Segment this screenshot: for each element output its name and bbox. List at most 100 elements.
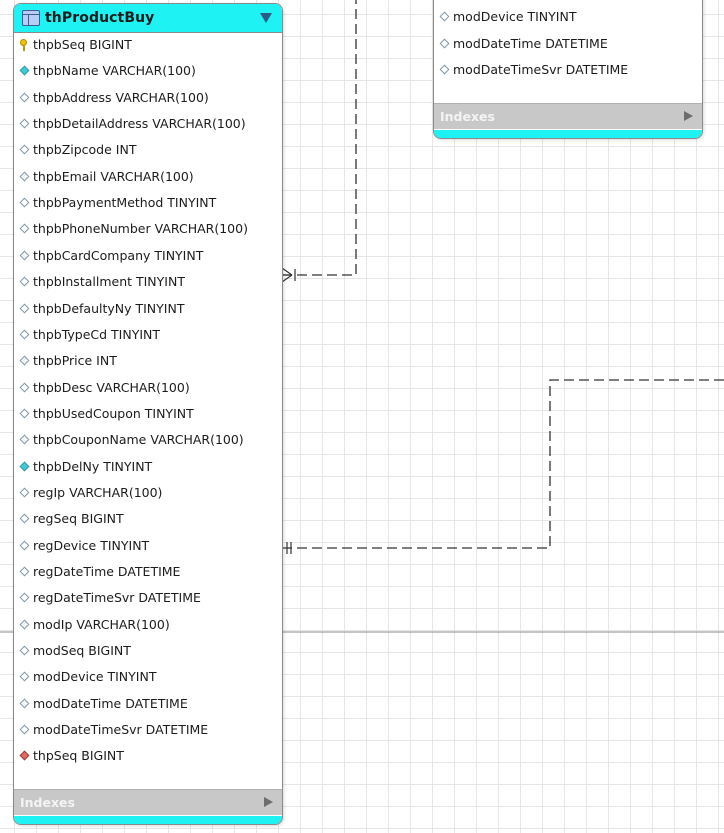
column-icon [19, 223, 30, 234]
column-row[interactable]: thpbPaymentMethod TINYINT [14, 193, 274, 213]
column-label: modDateTimeSvr DATETIME [453, 62, 629, 77]
column-icon [19, 566, 30, 577]
column-row[interactable]: thpbSeq BIGINT [14, 35, 274, 55]
column-icon [19, 671, 30, 682]
not-null-column-icon [19, 461, 30, 472]
column-row[interactable]: thpbDetailAddress VARCHAR(100) [14, 114, 274, 134]
expand-arrow-icon[interactable] [684, 111, 693, 121]
column-label: thpbEmail VARCHAR(100) [33, 168, 194, 184]
indexes-section[interactable]: Indexes [434, 103, 702, 129]
column-icon [19, 592, 30, 603]
column-icon [19, 197, 30, 208]
indexes-label: Indexes [440, 109, 495, 124]
column-icon [19, 698, 30, 709]
column-label: modDateTime DATETIME [453, 35, 608, 51]
column-icon [19, 645, 30, 656]
thproductbuy-table-card[interactable]: thProductBuy thpbSeq BIGINT thpbName VARC… [13, 3, 283, 825]
column-row[interactable]: thpbCouponName VARCHAR(100) [14, 430, 274, 450]
column-icon [19, 434, 30, 445]
indexes-section[interactable]: Indexes [14, 789, 282, 815]
not-null-column-icon [19, 65, 30, 76]
column-label: thpbName VARCHAR(100) [33, 63, 196, 79]
column-label: thpbDelNy TINYINT [33, 458, 153, 474]
table-title: thProductBuy [45, 10, 155, 26]
column-icon [19, 329, 30, 340]
column-row[interactable]: modDevice TINYINT [14, 667, 274, 687]
column-row[interactable]: regDateTime DATETIME [14, 562, 274, 582]
column-row[interactable]: thpbDelNy TINYINT [14, 457, 274, 477]
partial-table-card[interactable]: modDevice TINYINT modDateTime DATETIME mod… [433, 0, 703, 139]
column-row[interactable]: thpbAddress VARCHAR(100) [14, 88, 274, 108]
column-row[interactable]: thpbPrice INT [14, 351, 274, 371]
column-icon [19, 92, 30, 103]
column-row[interactable]: thpbUsedCoupon TINYINT [14, 404, 274, 424]
column-icon [19, 276, 30, 287]
column-row[interactable]: thpbInstallment TINYINT [14, 272, 274, 292]
expand-arrow-icon[interactable] [264, 797, 273, 807]
column-row[interactable]: thpbZipcode INT [14, 140, 274, 160]
column-row[interactable]: modIp VARCHAR(100) [14, 615, 274, 635]
column-icon [19, 408, 30, 419]
column-label: thpbUsedCoupon TINYINT [33, 405, 194, 421]
column-icon [439, 38, 450, 48]
column-label: modDateTimeSvr DATETIME [33, 722, 209, 738]
column-row[interactable]: modSeq BIGINT [14, 641, 274, 661]
column-row[interactable]: regIp VARCHAR(100) [14, 483, 274, 503]
column-icon [19, 619, 30, 630]
column-row[interactable]: modDevice TINYINT [434, 7, 694, 27]
column-icon [19, 540, 30, 551]
column-row[interactable]: thpbCardCompany TINYINT [14, 246, 274, 266]
column-icon [19, 250, 30, 261]
column-label: regIp VARCHAR(100) [33, 484, 163, 500]
column-label: modIp VARCHAR(100) [33, 616, 170, 632]
table-footer-bar [14, 816, 282, 824]
column-icon [19, 171, 30, 182]
column-row[interactable]: modDateTimeSvr DATETIME [14, 720, 274, 740]
column-row[interactable]: regDevice TINYINT [14, 536, 274, 556]
column-label: thpbInstallment TINYINT [33, 274, 185, 290]
column-label: regDevice TINYINT [33, 537, 150, 553]
column-row[interactable]: thpbDefaultyNy TINYINT [14, 299, 274, 319]
column-icon [19, 487, 30, 498]
column-icon [439, 64, 450, 75]
column-row[interactable]: thpbEmail VARCHAR(100) [14, 167, 274, 187]
column-row[interactable]: thpbName VARCHAR(100) [14, 61, 274, 81]
relationship-line-top[interactable] [282, 0, 357, 276]
table-header[interactable]: thProductBuy [14, 4, 282, 33]
column-row[interactable]: thpbPhoneNumber VARCHAR(100) [14, 219, 274, 239]
column-label: regDateTimeSvr DATETIME [33, 590, 201, 606]
crowfoot-many-marker [281, 267, 296, 283]
column-row[interactable]: regDateTimeSvr DATETIME [14, 588, 274, 608]
column-icon [439, 11, 450, 22]
column-label: thpbSeq BIGINT [33, 37, 132, 52]
column-row[interactable]: modDateTime DATETIME [434, 34, 694, 54]
column-icon [19, 513, 30, 524]
foreign-key-icon [19, 750, 30, 761]
column-icon [19, 303, 30, 313]
column-row[interactable]: modDateTime DATETIME [14, 694, 274, 714]
column-label: thpbCardCompany TINYINT [33, 247, 204, 263]
relationship-line-right[interactable] [282, 379, 724, 549]
column-row[interactable]: thpbDesc VARCHAR(100) [14, 378, 274, 398]
column-icon [19, 144, 30, 155]
column-label: regSeq BIGINT [33, 511, 124, 527]
table-footer-bar [434, 130, 702, 138]
column-label: thpbAddress VARCHAR(100) [33, 89, 209, 105]
column-label: thpbTypeCd TINYINT [33, 326, 161, 342]
column-row[interactable]: modDateTimeSvr DATETIME [434, 60, 694, 80]
column-label: thpbDetailAddress VARCHAR(100) [33, 116, 246, 132]
column-label: regDateTime DATETIME [33, 564, 181, 579]
indexes-label: Indexes [20, 795, 75, 810]
column-label: thpbCouponName VARCHAR(100) [33, 432, 244, 448]
column-label: modSeq BIGINT [33, 643, 131, 659]
column-icon [19, 118, 30, 129]
column-row[interactable]: thpSeq BIGINT [14, 746, 274, 766]
column-label: thpbDesc VARCHAR(100) [33, 379, 190, 395]
column-label: modDateTime DATETIME [33, 695, 188, 711]
column-label: thpbZipcode INT [33, 142, 137, 158]
collapse-arrow-icon[interactable] [260, 13, 272, 23]
column-icon [19, 355, 30, 366]
table-icon [22, 10, 40, 26]
column-row[interactable]: regSeq BIGINT [14, 509, 274, 529]
column-row[interactable]: thpbTypeCd TINYINT [14, 325, 274, 345]
